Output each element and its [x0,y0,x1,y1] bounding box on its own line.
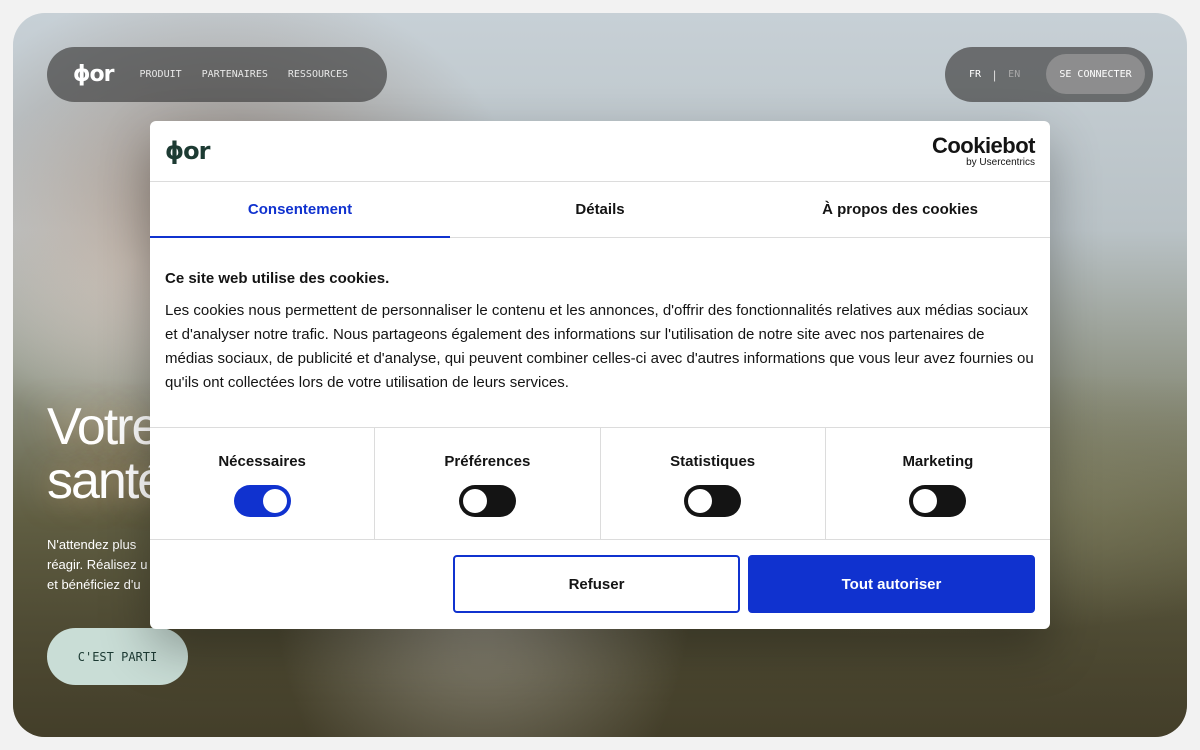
dialog-tabs: Consentement Détails À propos des cookie… [150,182,1050,238]
dialog-title: Ce site web utilise des cookies. [165,270,390,287]
login-button[interactable]: SE CONNECTER [1046,54,1145,94]
cookiebot-by: by Usercentrics [966,157,1035,168]
toggle-knob [913,489,938,513]
category-marketing: Marketing [826,428,1050,539]
cookiebot-name: Cookiebot [931,133,1036,158]
tab-details[interactable]: Détails [450,182,750,237]
category-label: Préférences [444,453,531,470]
dialog-body: Ce site web utilise des cookies. Les coo… [150,238,1050,427]
category-necessaires: Nécessaires [150,428,376,539]
toggle-preferences[interactable] [458,485,516,517]
cookie-categories: Nécessaires Préférences Statistiques Mar… [150,427,1050,540]
cookiebot-logo[interactable]: Cookiebot by Usercentrics [931,133,1036,169]
toggle-knob [688,489,713,513]
toggle-knob [462,489,487,513]
brand-logo[interactable]: ϕor [73,62,114,87]
category-label: Nécessaires [218,453,306,470]
dialog-description: Les cookies nous permettent de personnal… [165,302,1034,391]
category-label: Marketing [902,453,974,470]
hero-cta-button[interactable]: C'EST PARTI [47,628,188,685]
toggle-statistiques[interactable] [684,485,742,517]
dialog-brand-logo: ϕor [165,137,210,165]
category-statistiques: Statistiques [601,428,826,539]
hero-title-line2: santé [47,452,166,510]
lang-separator: | [993,67,997,82]
hero-title: Votre santé [47,398,166,510]
lang-fr[interactable]: FR [969,69,981,80]
tab-about-cookies[interactable]: À propos des cookies [750,182,1050,237]
toggle-marketing[interactable] [909,485,967,517]
dialog-actions: Refuser Tout autoriser [150,540,1050,629]
hero-title-line1: Votre [47,398,160,456]
toggle-knob [262,489,287,513]
account-nav: FR | EN SE CONNECTER [945,47,1153,102]
category-label: Statistiques [670,453,756,470]
lang-en[interactable]: EN [1008,69,1020,80]
tab-consentement[interactable]: Consentement [150,182,450,238]
nav-link-partenaires[interactable]: PARTENAIRES [202,69,268,80]
allow-all-button[interactable]: Tout autoriser [748,555,1035,613]
nav-link-ressources[interactable]: RESSOURCES [288,69,348,80]
refuse-button[interactable]: Refuser [453,555,740,613]
cookie-consent-dialog: ϕor Cookiebot by Usercentrics Consenteme… [150,121,1050,629]
main-nav: ϕor PRODUIT PARTENAIRES RESSOURCES [47,47,387,102]
nav-link-produit[interactable]: PRODUIT [139,69,181,80]
dialog-header: ϕor Cookiebot by Usercentrics [150,121,1050,182]
toggle-necessaires[interactable] [233,485,291,517]
category-preferences: Préférences [375,428,601,539]
